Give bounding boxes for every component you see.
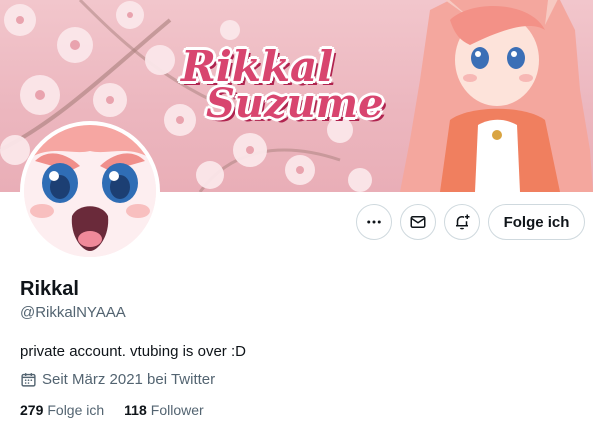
banner-title-line2: Suzume: [206, 80, 384, 127]
notifications-button[interactable]: [444, 204, 480, 240]
calendar-icon: [21, 373, 36, 387]
more-button[interactable]: [356, 204, 392, 240]
following-button[interactable]: Folge ich: [488, 204, 585, 240]
message-button[interactable]: [400, 204, 436, 240]
followers-count: 118: [124, 402, 147, 418]
avatar-artwork: [24, 125, 156, 257]
join-date-text: Seit März 2021 bei Twitter: [42, 371, 216, 388]
following-stat[interactable]: 279 Folge ich: [20, 402, 104, 418]
profile-bio: private account. vtubing is over :D: [20, 343, 246, 360]
envelope-icon: [410, 216, 426, 228]
more-dots-icon: [367, 220, 381, 224]
profile-stats: 279 Folge ich 118 Follower: [20, 402, 224, 418]
following-count: 279: [20, 402, 44, 418]
display-name: Rikkal: [20, 278, 79, 300]
following-label: Folge ich: [47, 402, 105, 418]
bell-plus-icon: [456, 214, 470, 230]
profile-avatar[interactable]: [20, 121, 160, 261]
followers-label: Follower: [150, 402, 204, 418]
join-date: Seit März 2021 bei Twitter: [20, 371, 215, 388]
followers-stat[interactable]: 118 Follower: [124, 402, 204, 418]
user-handle: @RikkalNYAAA: [20, 304, 126, 321]
